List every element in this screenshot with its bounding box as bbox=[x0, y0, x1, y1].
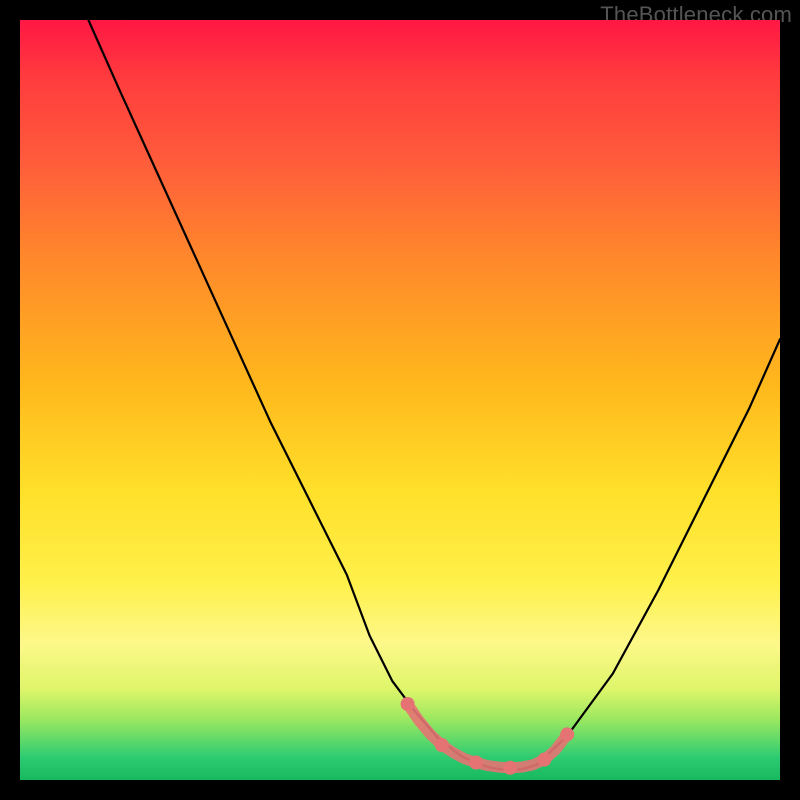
highlight-marker bbox=[469, 756, 483, 770]
highlight-marker bbox=[503, 761, 517, 775]
chart-svg bbox=[20, 20, 780, 780]
plot-area bbox=[20, 20, 780, 780]
chart-stage: TheBottleneck.com bbox=[0, 0, 800, 800]
primary-curve-path bbox=[88, 20, 780, 770]
highlight-marker bbox=[560, 727, 574, 741]
highlight-marker bbox=[537, 753, 551, 767]
highlight-marker bbox=[401, 697, 415, 711]
highlight-marker bbox=[435, 738, 449, 752]
